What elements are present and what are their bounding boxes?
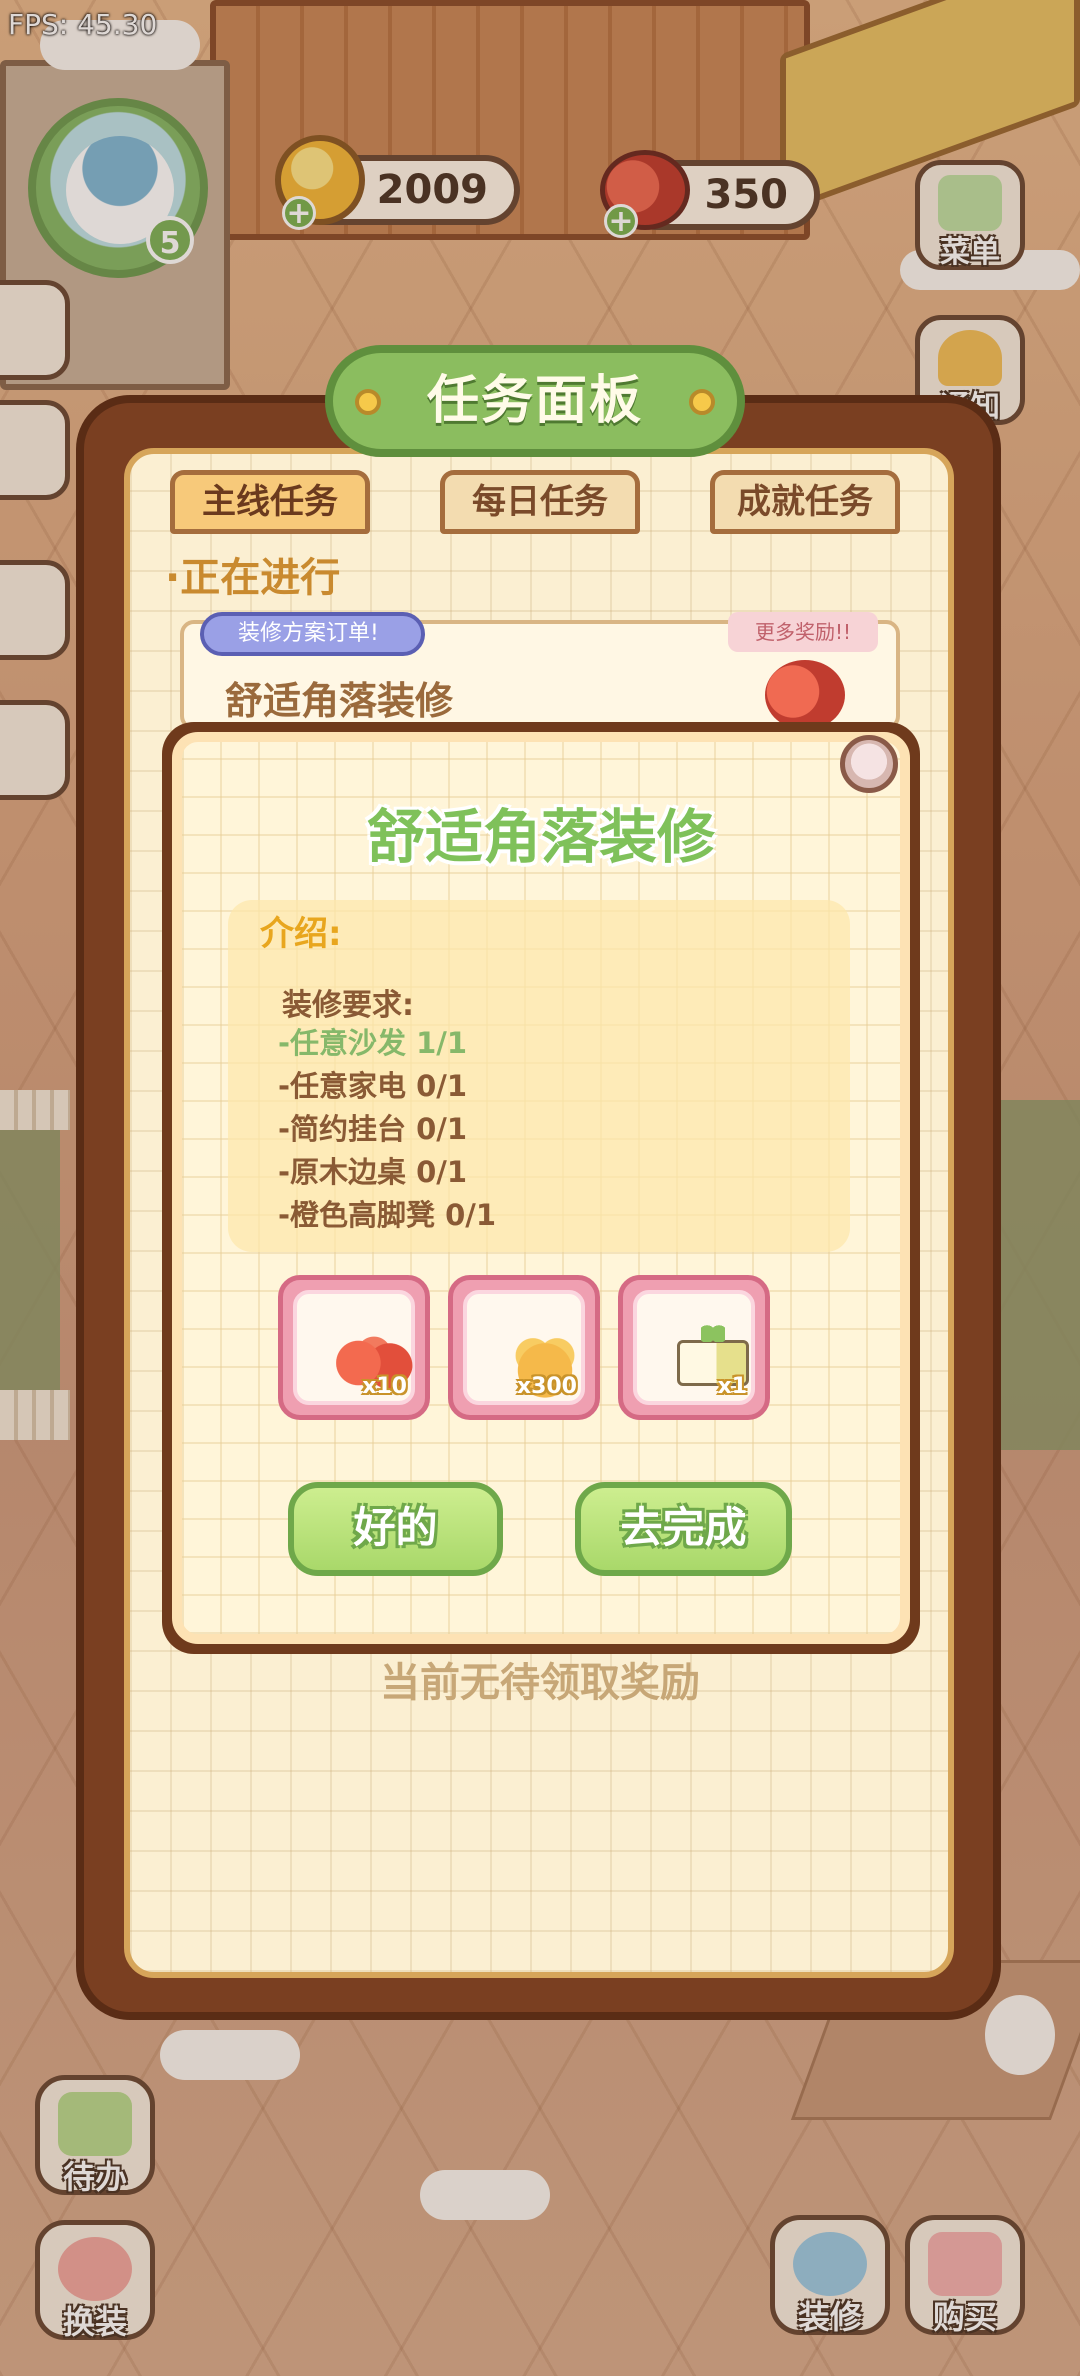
requirement-item: -任意沙发 1/1 bbox=[278, 1026, 468, 1060]
sprout-icon bbox=[701, 1322, 725, 1342]
reward-item-furniture[interactable]: x1 bbox=[618, 1275, 770, 1420]
requirement-item: -简约挂台 0/1 bbox=[278, 1112, 468, 1146]
tab-main-quests[interactable]: 主线任务 bbox=[170, 470, 370, 534]
reward-count: x1 bbox=[717, 1374, 748, 1399]
cherry-icon bbox=[765, 660, 845, 730]
more-rewards-tag: 更多奖励!! bbox=[728, 612, 878, 652]
order-badge: 装修方案订单! bbox=[200, 612, 425, 656]
reward-count: x10 bbox=[362, 1374, 407, 1399]
reward-item-cherry[interactable]: x10 bbox=[278, 1275, 430, 1420]
requirement-item: -橙色高脚凳 0/1 bbox=[278, 1198, 497, 1232]
requirements-title: 装修要求: bbox=[282, 988, 414, 1023]
order-name: 舒适角落装修 bbox=[225, 679, 454, 723]
title-dot-icon bbox=[355, 389, 381, 415]
close-button[interactable] bbox=[840, 735, 898, 793]
reward-count: x300 bbox=[516, 1374, 577, 1399]
requirement-item: -原木边桌 0/1 bbox=[278, 1155, 468, 1189]
reward-item-coins[interactable]: x300 bbox=[448, 1275, 600, 1420]
ongoing-section-title: ·正在进行 bbox=[165, 555, 341, 601]
modal-title: 舒适角落装修 bbox=[366, 803, 715, 871]
title-dot-icon bbox=[689, 389, 715, 415]
ok-button[interactable]: 好的 bbox=[288, 1482, 503, 1576]
requirements-list: -任意沙发 1/1 -任意家电 0/1 -简约挂台 0/1 -原木边桌 0/1 … bbox=[278, 1022, 496, 1237]
go-complete-button[interactable]: 去完成 bbox=[575, 1482, 792, 1576]
tab-daily-quests[interactable]: 每日任务 bbox=[440, 470, 640, 534]
no-reward-text: 当前无待领取奖励 bbox=[380, 1660, 700, 1706]
requirement-item: -任意家电 0/1 bbox=[278, 1069, 468, 1103]
intro-label: 介绍: bbox=[260, 914, 342, 954]
task-panel-title: 任务面板 bbox=[325, 345, 745, 457]
tab-achievements[interactable]: 成就任务 bbox=[710, 470, 900, 534]
task-panel-title-text: 任务面板 bbox=[426, 371, 643, 431]
